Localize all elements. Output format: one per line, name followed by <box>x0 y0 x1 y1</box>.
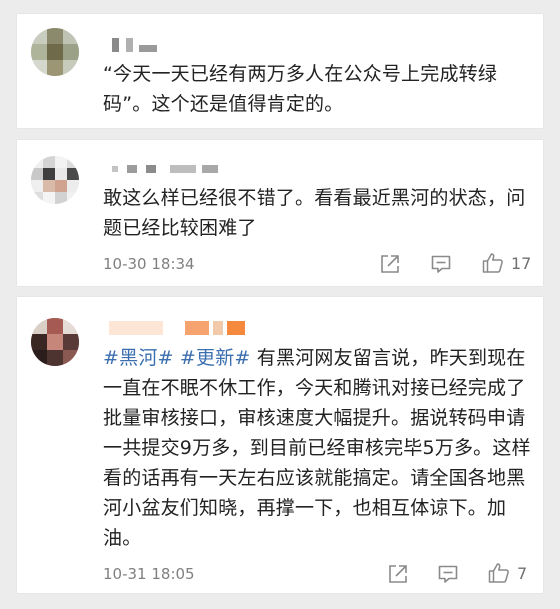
thumbs-up-icon <box>481 251 505 275</box>
like-count: 7 <box>517 563 528 583</box>
comment-icon <box>437 563 459 585</box>
comment-card: “今天一天已经有两万多人在公众号上完成转绿码”。这个还是值得肯定的。 <box>17 14 543 128</box>
comment-card: 敢这么样已经很不错了。看看最近黑河的状态，问题已经比较困难了 10-30 18:… <box>17 140 543 286</box>
comment-body: 有黑河网友留言说，昨天到现在一直在不眠不休工作，今天和腾讯对接已经完成了批量审核… <box>103 347 531 549</box>
timestamp: 10-31 18:05 <box>103 565 195 583</box>
comment-text: “今天一天已经有两万多人在公众号上完成转绿码”。这个还是值得肯定的。 <box>103 63 498 115</box>
avatar[interactable] <box>31 318 79 366</box>
comment-button[interactable] <box>437 562 459 586</box>
share-icon <box>387 563 409 585</box>
comment-icon <box>430 253 452 275</box>
like-button[interactable]: 7 <box>487 561 527 585</box>
comment-card: #黑河# #更新# 有黑河网友留言说，昨天到现在一直在不眠不休工作，今天和腾讯对… <box>17 297 543 593</box>
comment-button[interactable] <box>430 252 452 276</box>
username[interactable] <box>112 38 172 52</box>
comment-text: #黑河# #更新# 有黑河网友留言说，昨天到现在一直在不眠不休工作，今天和腾讯对… <box>103 343 533 553</box>
hashtag[interactable]: #更新# <box>180 347 251 369</box>
like-button[interactable]: 17 <box>481 251 531 275</box>
share-button[interactable] <box>387 562 409 586</box>
username[interactable] <box>112 162 232 176</box>
like-count: 17 <box>511 253 532 273</box>
share-button[interactable] <box>379 252 401 276</box>
timestamp: 10-30 18:34 <box>103 255 195 273</box>
avatar[interactable] <box>31 156 79 204</box>
avatar[interactable] <box>31 28 79 76</box>
hashtag[interactable]: #黑河# <box>103 347 174 369</box>
username[interactable] <box>109 321 259 335</box>
share-icon <box>379 253 401 275</box>
comment-text: 敢这么样已经很不错了。看看最近黑河的状态，问题已经比较困难了 <box>103 187 526 239</box>
thumbs-up-icon <box>487 561 511 585</box>
